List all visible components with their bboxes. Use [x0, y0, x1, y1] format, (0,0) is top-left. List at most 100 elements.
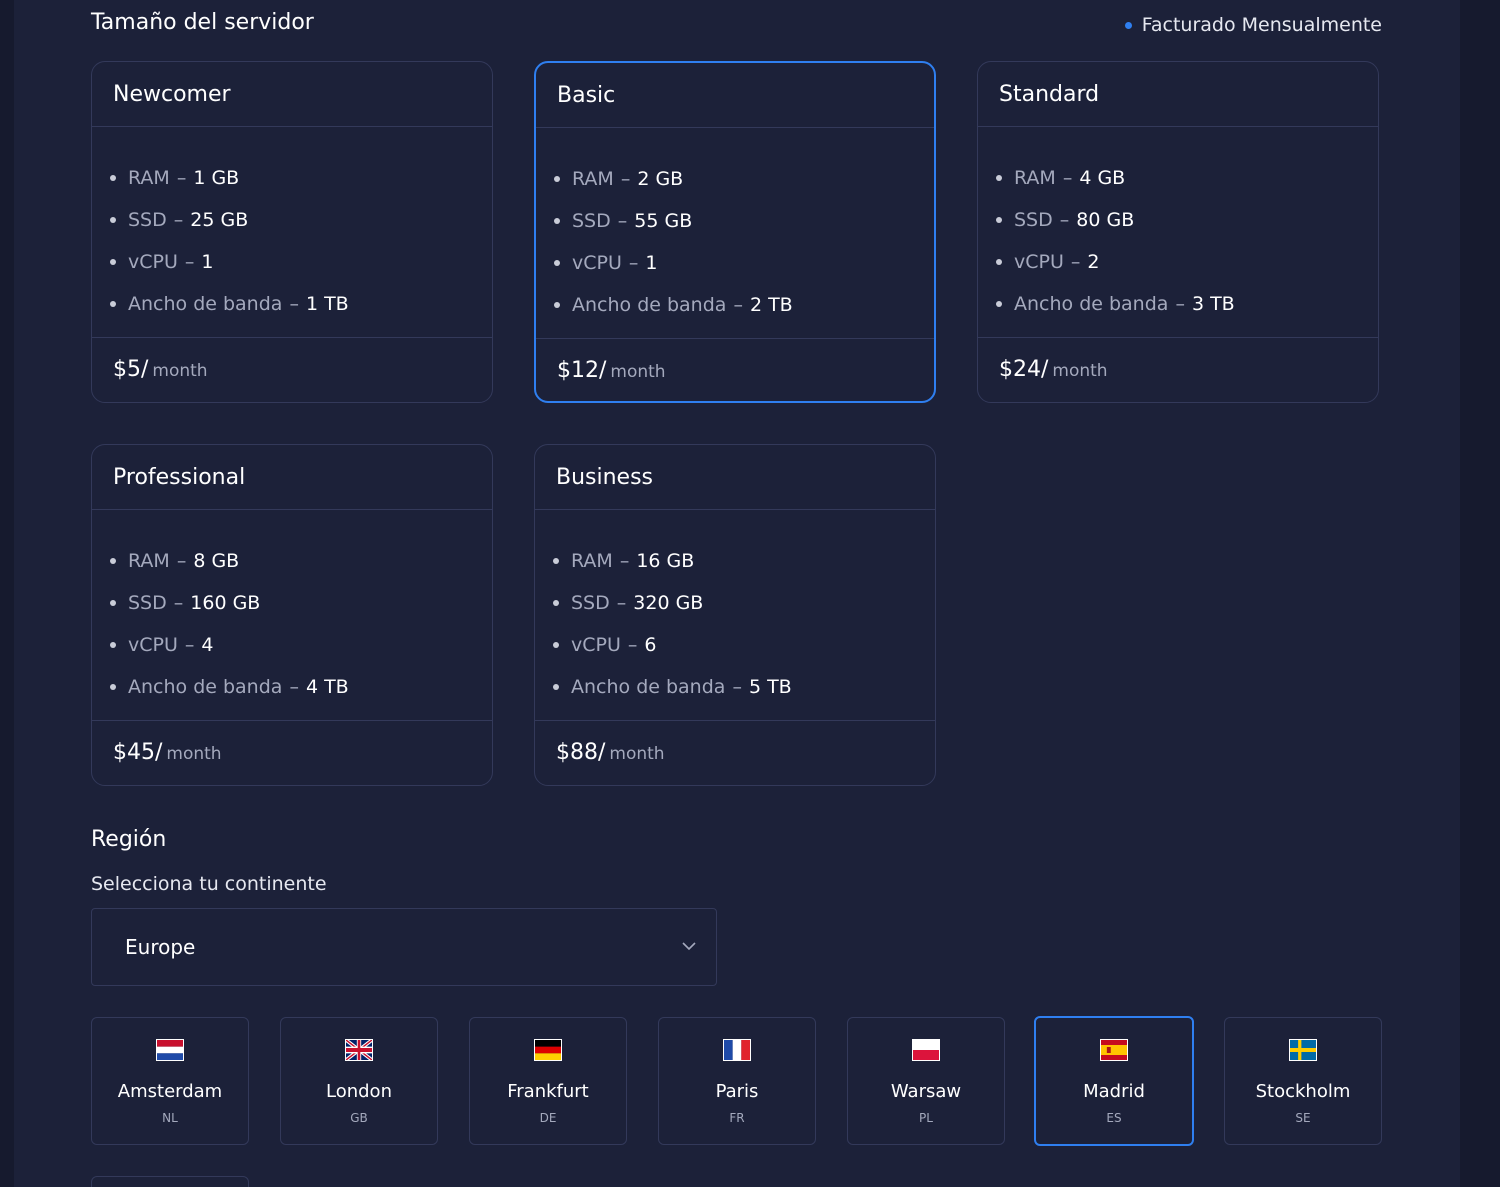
spec-vcpu: vCPU –4 [110, 624, 492, 666]
plan-specs: RAM –1 GB SSD –25 GB vCPU –1 Ancho de banda –1 … [92, 127, 492, 338]
price-period: month [609, 744, 665, 764]
bullet-icon [110, 642, 116, 648]
spec-ram: RAM –16 GB [553, 540, 935, 582]
spec-separator: – [176, 167, 187, 189]
flag-netherlands-icon [156, 1039, 184, 1061]
spec-separator: – [1059, 209, 1070, 231]
spec-separator: – [289, 676, 299, 698]
spec-vcpu: vCPU –6 [553, 624, 935, 666]
location-city: Stockholm [1255, 1081, 1351, 1102]
location-code: PL [919, 1111, 933, 1125]
location-card-amsterdam[interactable]: Amsterdam NL [91, 1017, 249, 1145]
spec-separator: – [1062, 167, 1073, 189]
spec-key: RAM [128, 167, 170, 189]
location-card-london[interactable]: London GB [280, 1017, 438, 1145]
location-city: Warsaw [890, 1081, 962, 1102]
spec-value: 5 TB [748, 676, 792, 698]
spec-separator: – [184, 634, 195, 656]
spec-ancho-de-banda: Ancho de banda –3 TB [996, 283, 1378, 325]
price-period: month [610, 362, 666, 382]
spec-key: vCPU [571, 634, 621, 656]
flag-united-kingdom-icon [345, 1039, 373, 1061]
billing-toggle[interactable]: Facturado Mensualmente [1124, 14, 1382, 36]
bullet-icon [996, 259, 1002, 265]
spec-key: RAM [1014, 167, 1056, 189]
spec-value: 80 GB [1076, 209, 1135, 231]
flag-sweden-icon [1289, 1039, 1317, 1061]
spec-separator: – [289, 293, 299, 315]
spec-separator: – [732, 676, 742, 698]
spec-key: vCPU [128, 634, 178, 656]
spec-key: RAM [571, 550, 613, 572]
plan-price: $45/month [92, 721, 492, 765]
spec-value: 16 GB [636, 550, 695, 572]
spec-key: vCPU [1014, 251, 1064, 273]
flag-germany-icon [534, 1039, 562, 1061]
spec-separator: – [733, 294, 743, 316]
plan-card-basic[interactable]: Basic RAM –2 GB SSD –55 GB vCPU –1 Ancho de ban… [534, 61, 936, 403]
location-city: Frankfurt [507, 1081, 589, 1102]
spec-key: RAM [128, 550, 170, 572]
spec-separator: – [1070, 251, 1081, 273]
location-code: DE [539, 1111, 557, 1125]
spec-key: Ancho de banda [571, 676, 726, 698]
location-card-madrid[interactable]: Madrid ES [1034, 1016, 1194, 1146]
spec-ram: RAM –4 GB [996, 157, 1378, 199]
spec-separator: – [616, 592, 627, 614]
location-city: Madrid [1083, 1081, 1145, 1102]
spec-key: SSD [1014, 209, 1053, 231]
spec-ssd: SSD –25 GB [110, 199, 492, 241]
location-card-paris[interactable]: Paris FR [658, 1017, 816, 1145]
price-period: month [166, 744, 222, 764]
spec-value: 160 GB [190, 592, 261, 614]
plan-specs: RAM –4 GB SSD –80 GB vCPU –2 Ancho de banda –3 … [978, 127, 1378, 338]
spec-value: 2 TB [749, 294, 793, 316]
bullet-icon [554, 260, 560, 266]
plan-price: $5/month [92, 338, 492, 382]
price-period: month [152, 361, 208, 381]
page: Tamaño del servidor Facturado Mensualmen… [0, 0, 1500, 1187]
spec-value: 8 GB [193, 550, 240, 572]
location-card-stockholm[interactable]: Stockholm SE [1224, 1017, 1382, 1145]
plan-card-standard[interactable]: Standard RAM –4 GB SSD –80 GB vCPU –2 Ancho de … [977, 61, 1379, 403]
spec-value: 55 GB [634, 210, 693, 232]
bullet-icon [996, 175, 1002, 181]
plan-card-professional[interactable]: Professional RAM –8 GB SSD –160 GB vCPU –4 Anch… [91, 444, 493, 786]
continent-select[interactable]: Europe [91, 908, 717, 986]
plan-name: Standard [978, 62, 1378, 127]
billing-dot-icon [1124, 21, 1132, 29]
spec-key: vCPU [572, 252, 622, 274]
spec-separator: – [173, 592, 184, 614]
location-card-warsaw[interactable]: Warsaw PL [847, 1017, 1005, 1145]
continent-select-value: Europe [125, 935, 196, 959]
flag-france-icon [723, 1039, 751, 1061]
location-code: SE [1295, 1111, 1311, 1125]
location-card-partial[interactable] [91, 1176, 249, 1187]
plan-card-newcomer[interactable]: Newcomer RAM –1 GB SSD –25 GB vCPU –1 Ancho de … [91, 61, 493, 403]
spec-separator: – [627, 634, 638, 656]
spec-ancho-de-banda: Ancho de banda –4 TB [110, 666, 492, 708]
bullet-icon [553, 558, 559, 564]
plan-card-business[interactable]: Business RAM –16 GB SSD –320 GB vCPU –6 Ancho d… [534, 444, 936, 786]
spec-key: SSD [571, 592, 610, 614]
location-city: Amsterdam [117, 1081, 223, 1102]
bullet-icon [110, 217, 116, 223]
spec-separator: – [176, 550, 187, 572]
spec-ssd: SSD –55 GB [554, 200, 934, 242]
spec-ram: RAM –2 GB [554, 158, 934, 200]
bullet-icon [110, 684, 116, 690]
location-code: GB [350, 1111, 368, 1125]
spec-value: 2 GB [637, 168, 684, 190]
spec-ssd: SSD –80 GB [996, 199, 1378, 241]
plan-price: $88/month [535, 721, 935, 765]
spec-value: 1 TB [305, 293, 349, 315]
location-card-frankfurt[interactable]: Frankfurt DE [469, 1017, 627, 1145]
bullet-icon [554, 302, 560, 308]
flag-poland-icon [912, 1039, 940, 1061]
spec-value: 6 [644, 634, 657, 656]
spec-key: Ancho de banda [128, 676, 283, 698]
spec-value: 1 [645, 252, 658, 274]
location-city: Paris [715, 1081, 759, 1102]
price-amount: $5/ [113, 357, 149, 382]
spec-key: SSD [128, 592, 167, 614]
